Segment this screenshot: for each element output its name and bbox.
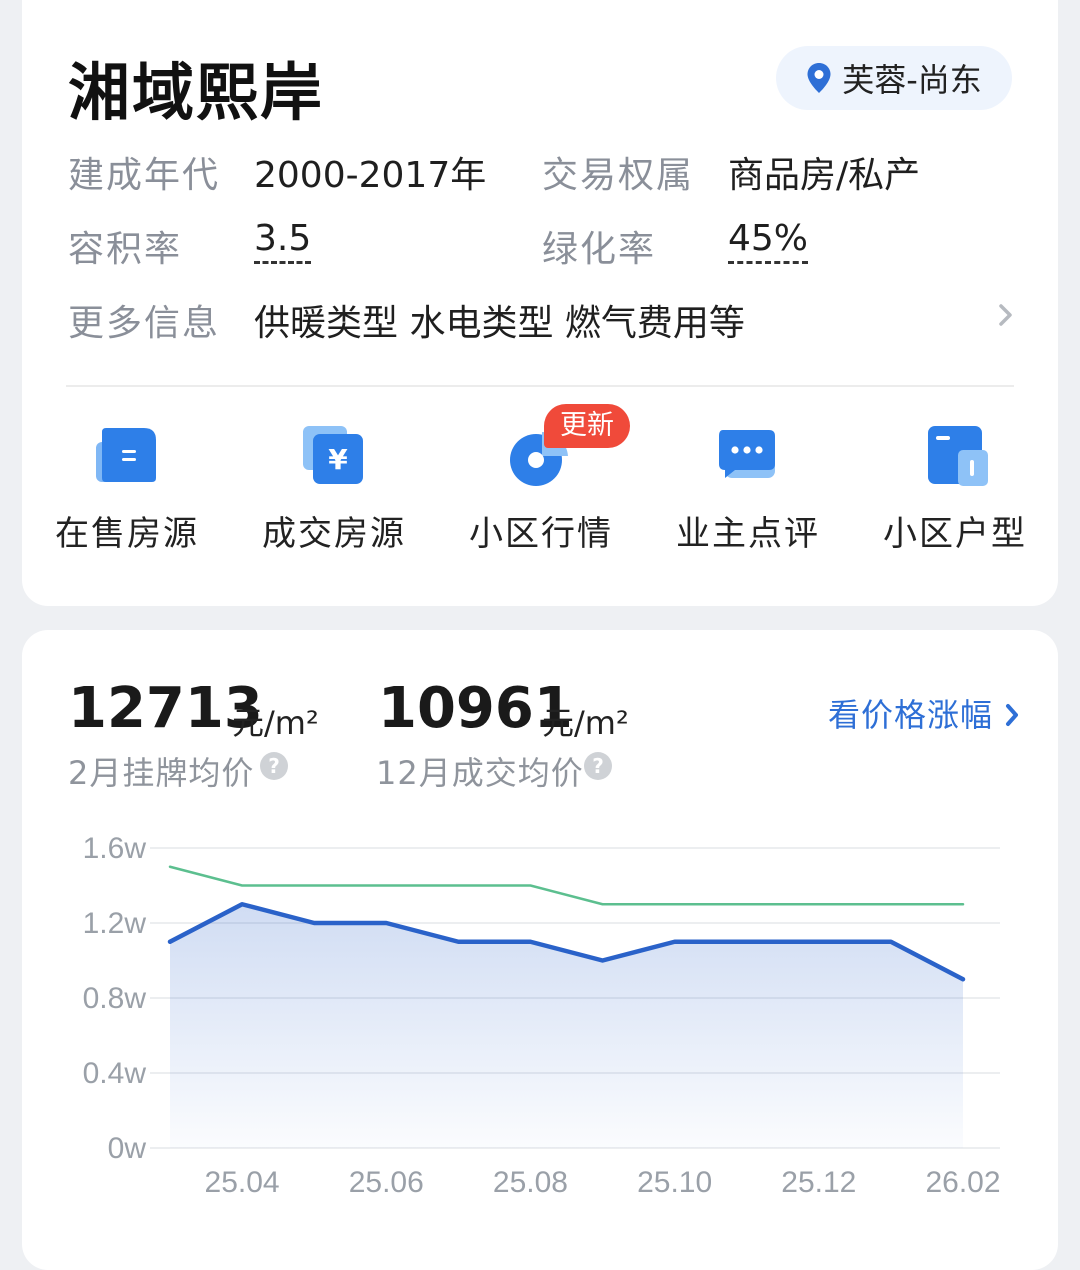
location-pill[interactable]: 芙蓉-尚东 bbox=[776, 46, 1012, 110]
shortcut-reviews[interactable]: 业主点评 bbox=[663, 420, 833, 555]
update-badge: 更新 bbox=[544, 404, 630, 448]
shortcut-label: 小区户型 bbox=[870, 506, 1040, 555]
location-label: 芙蓉-尚东 bbox=[842, 55, 982, 101]
y-tick-label: 1.6w bbox=[83, 832, 147, 865]
community-name: 湘域熙岸 bbox=[68, 42, 324, 132]
more-info-value[interactable]: 供暖类型 水电类型 燃气费用等 bbox=[254, 294, 745, 346]
yuan-icon: ¥ bbox=[299, 420, 369, 490]
plot-ratio-label: 容积率 bbox=[68, 220, 182, 272]
y-tick-label: 0.8w bbox=[83, 982, 147, 1015]
divider bbox=[66, 385, 1014, 387]
x-tick-label: 25.10 bbox=[637, 1166, 712, 1199]
help-icon[interactable]: ? bbox=[260, 752, 288, 780]
map-pin-icon bbox=[806, 62, 832, 94]
shortcut-label: 小区行情 bbox=[456, 506, 626, 555]
x-tick-label: 25.04 bbox=[205, 1166, 280, 1199]
price-trend-link[interactable]: 看价格涨幅 bbox=[828, 690, 1022, 736]
y-tick-label: 1.2w bbox=[83, 907, 147, 940]
shortcut-floorplans[interactable]: 小区户型 bbox=[870, 420, 1040, 555]
listing-price-line bbox=[170, 867, 963, 905]
plot-ratio-value[interactable]: 3.5 bbox=[254, 218, 311, 264]
green-ratio-value[interactable]: 45% bbox=[728, 218, 808, 264]
ownership-value: 商品房/私产 bbox=[728, 146, 920, 198]
y-tick-label: 0.4w bbox=[83, 1057, 147, 1090]
x-tick-label: 25.06 bbox=[349, 1166, 424, 1199]
more-info-label: 更多信息 bbox=[68, 294, 220, 346]
chevron-right-icon bbox=[1004, 702, 1022, 728]
y-tick-label: 0w bbox=[108, 1132, 147, 1165]
svg-text:¥: ¥ bbox=[328, 443, 348, 476]
shortcut-label: 在售房源 bbox=[42, 506, 212, 555]
shortcut-sold[interactable]: ¥ 成交房源 bbox=[249, 420, 419, 555]
listing-icon bbox=[92, 420, 162, 490]
chevron-right-icon[interactable] bbox=[996, 300, 1016, 330]
ownership-label: 交易权属 bbox=[542, 146, 694, 198]
chat-icon bbox=[713, 420, 783, 490]
floorplan-icon bbox=[920, 420, 990, 490]
price-trend-label: 看价格涨幅 bbox=[828, 696, 993, 734]
build-year-value: 2000-2017年 bbox=[254, 146, 486, 198]
x-tick-label: 25.12 bbox=[781, 1166, 856, 1199]
help-icon[interactable]: ? bbox=[584, 752, 612, 780]
shortcut-label: 成交房源 bbox=[249, 506, 419, 555]
build-year-label: 建成年代 bbox=[68, 146, 220, 198]
listing-price-label: 2月挂牌均价 bbox=[68, 748, 254, 794]
green-ratio-label: 绿化率 bbox=[542, 220, 656, 272]
deal-price-unit: 元/m² bbox=[542, 698, 629, 744]
deal-price-label: 12月成交均价 bbox=[376, 748, 584, 794]
shortcut-label: 业主点评 bbox=[663, 506, 833, 555]
listing-price-unit: 元/m² bbox=[232, 698, 319, 744]
shortcut-for-sale[interactable]: 在售房源 bbox=[42, 420, 212, 555]
price-trend-chart: 1.6w 1.2w 0.8w 0.4w 0w 25.04 25.06 25.08 25.10 2… bbox=[0, 820, 1080, 1220]
x-tick-label: 26.02 bbox=[925, 1166, 1000, 1199]
x-tick-label: 25.08 bbox=[493, 1166, 568, 1199]
